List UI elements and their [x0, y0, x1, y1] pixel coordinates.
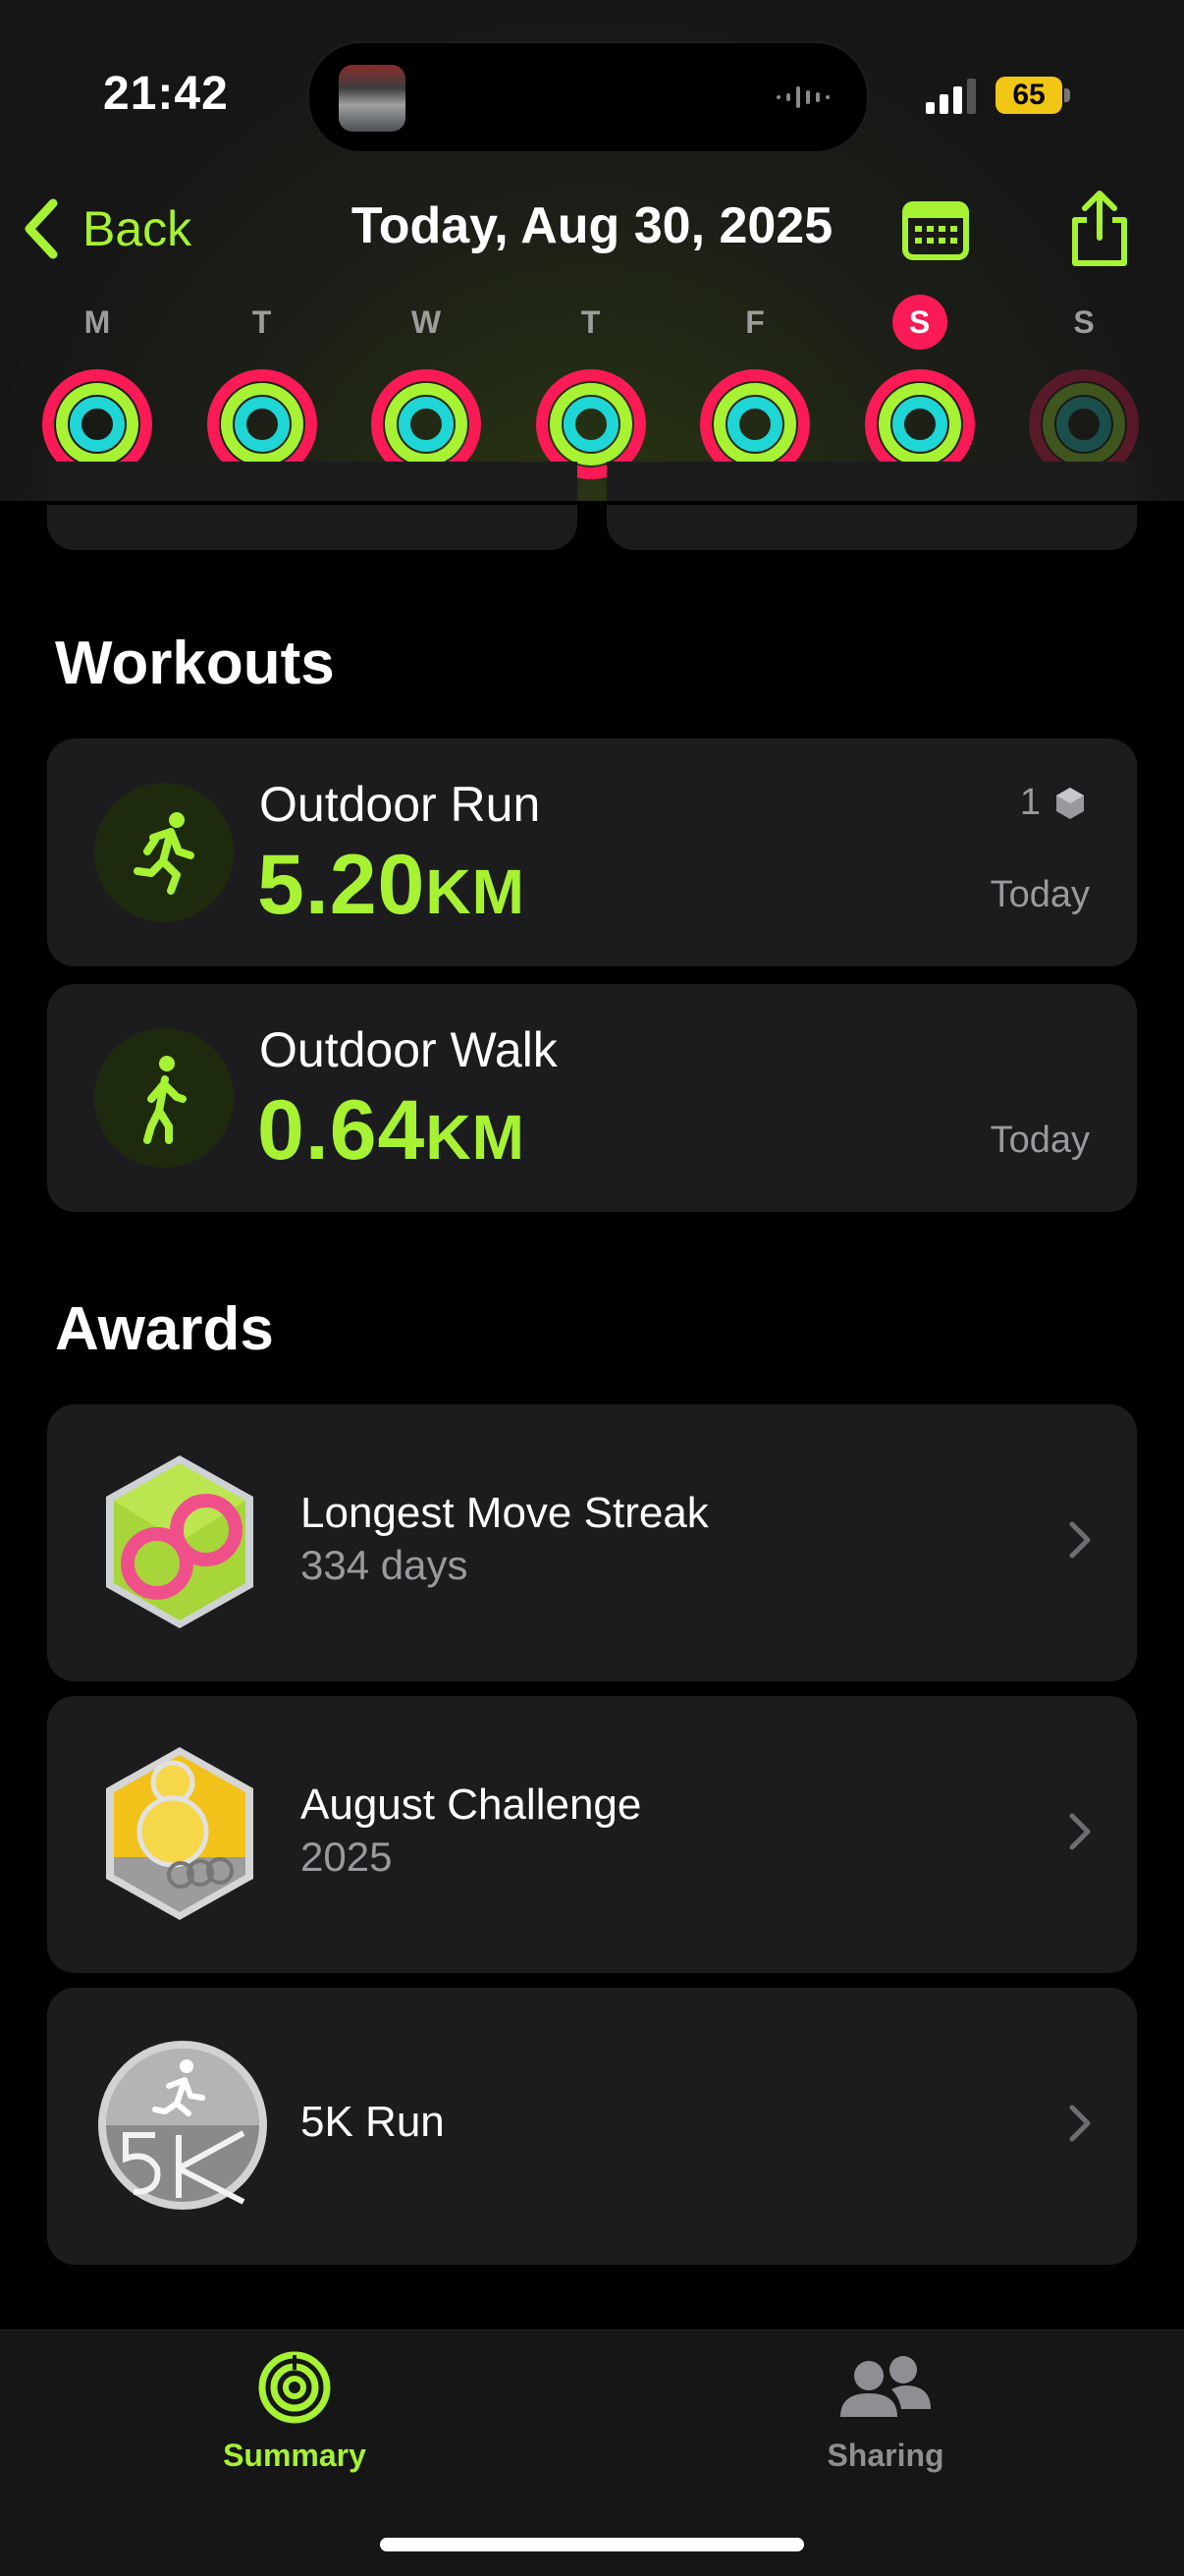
awards-heading: Awards [55, 1295, 274, 1363]
workout-icon-circle [94, 1028, 234, 1168]
header-divider [0, 501, 1184, 505]
award-subtitle: 2025 [300, 1834, 393, 1880]
activity-rings-icon [258, 2351, 331, 2424]
workout-card-outdoor-walk[interactable]: Outdoor Walk 0.64KM Today [47, 984, 1137, 1212]
day-column[interactable]: T [193, 295, 331, 479]
move-streak-badge-icon [106, 1455, 253, 1628]
day-label: W [410, 304, 442, 340]
award-title: August Challenge [300, 1781, 642, 1829]
workout-badge-number: 1 [1019, 782, 1041, 823]
day-label: S [1073, 304, 1095, 340]
day-label: S [891, 295, 947, 350]
workout-distance-value: 5.20 [257, 838, 426, 932]
calendar-icon[interactable] [901, 200, 970, 261]
walking-figure-icon [143, 1056, 187, 1144]
day-label: M [83, 304, 111, 340]
workout-card-outdoor-run[interactable]: Outdoor Run 5.20KM 1 Today [47, 739, 1137, 966]
workout-date: Today [990, 874, 1090, 915]
summary-card-left[interactable] [47, 462, 577, 550]
tab-sharing-label: Sharing [827, 2438, 944, 2473]
back-label: Back [82, 201, 192, 256]
tab-sharing[interactable]: Sharing [738, 2350, 1033, 2474]
tab-summary-label: Summary [223, 2438, 366, 2473]
day-column[interactable]: S [1015, 295, 1153, 479]
workout-distance-value: 0.64 [257, 1083, 426, 1178]
tab-summary[interactable]: Summary [147, 2350, 442, 2474]
page-title: Today, Aug 30, 2025 [350, 197, 834, 254]
chevron-left-icon [25, 198, 58, 259]
battery-level: 65 [996, 77, 1062, 114]
workout-date: Today [990, 1120, 1090, 1161]
award-title: Longest Move Streak [300, 1489, 709, 1537]
award-card-move-streak[interactable]: Longest Move Streak 334 days [47, 1404, 1137, 1681]
workout-name: Outdoor Walk [259, 1022, 558, 1077]
day-column[interactable]: F [686, 295, 824, 479]
battery-tip [1064, 88, 1070, 102]
home-indicator[interactable] [380, 2538, 804, 2551]
status-time: 21:42 [103, 68, 229, 120]
day-column[interactable]: M [28, 295, 166, 479]
share-icon[interactable] [1065, 189, 1134, 269]
workout-badge-count: 1 [1020, 782, 1088, 824]
now-playing-thumbnail [339, 65, 405, 132]
august-challenge-badge-icon [106, 1747, 253, 1920]
5k-run-medal-icon [98, 2041, 267, 2210]
back-button[interactable]: Back [22, 194, 191, 263]
day-column[interactable]: W [357, 295, 495, 479]
workout-icon-circle [94, 783, 234, 922]
chevron-right-icon [1069, 2105, 1091, 2142]
workout-distance: 5.20KM [257, 837, 525, 934]
award-card-august-challenge[interactable]: August Challenge 2025 [47, 1696, 1137, 1973]
cellular-signal-icon [926, 79, 976, 114]
award-title: 5K Run [300, 2098, 445, 2146]
workout-distance: 0.64KM [257, 1082, 525, 1179]
workout-distance-unit: KM [425, 1102, 525, 1173]
chevron-right-icon [1069, 1813, 1091, 1850]
day-column[interactable]: S [851, 295, 989, 479]
dynamic-island[interactable] [307, 41, 869, 153]
day-label: F [745, 304, 765, 340]
day-column[interactable]: T [522, 295, 660, 479]
running-figure-icon [134, 812, 194, 895]
day-label: T [251, 304, 272, 340]
chevron-right-icon [1069, 1521, 1091, 1559]
award-card-5k-run[interactable]: 5K Run [47, 1988, 1137, 2265]
workouts-heading: Workouts [55, 630, 335, 697]
workout-distance-unit: KM [425, 856, 525, 927]
people-icon [840, 2356, 931, 2417]
workout-name: Outdoor Run [259, 777, 541, 832]
award-subtitle: 334 days [300, 1542, 468, 1588]
day-label: T [580, 304, 601, 340]
battery-icon: 65 [996, 77, 1070, 116]
award-hexagon-icon [1056, 787, 1084, 819]
audio-wave-icon [777, 86, 830, 108]
summary-card-right[interactable] [607, 462, 1137, 550]
